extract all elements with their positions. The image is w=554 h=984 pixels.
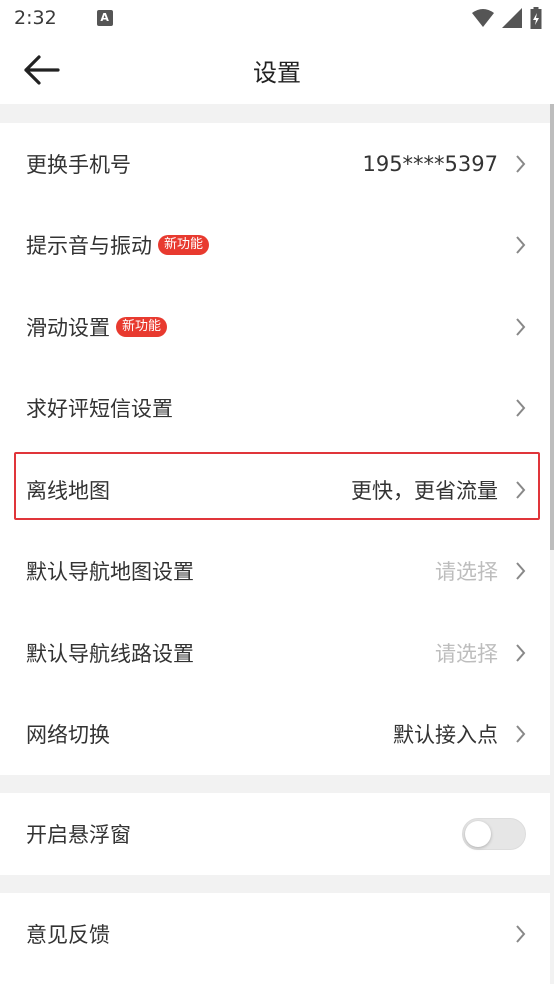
setting-value: 默认接入点 (393, 723, 498, 748)
scrollbar[interactable] (550, 104, 554, 550)
status-bar: 2:32 A (0, 0, 554, 36)
chevron-right-icon (516, 644, 526, 662)
setting-label: 更换手机号 (26, 152, 131, 177)
notification-a-icon: A (96, 10, 113, 26)
chevron-right-icon (516, 481, 526, 499)
setting-value: 请选择 (435, 560, 498, 585)
page-title: 设置 (253, 58, 301, 87)
status-time: 2:32 (14, 7, 57, 29)
chevron-right-icon (516, 562, 526, 580)
setting-label: 离线地图 (26, 478, 110, 503)
back-arrow-icon (24, 55, 60, 85)
setting-label: 开启悬浮窗 (26, 822, 131, 847)
setting-value: 请选择 (435, 641, 498, 666)
chevron-right-icon (516, 318, 526, 336)
setting-value: 195****5397 (362, 151, 498, 176)
setting-offline-map[interactable]: 离线地图 更快，更省流量 (0, 449, 550, 531)
settings-group-feedback: 意见反馈 (0, 893, 550, 984)
setting-network-switch[interactable]: 网络切换 默认接入点 (0, 694, 550, 776)
setting-label: 默认导航线路设置 (26, 641, 194, 666)
setting-label: 默认导航地图设置 (26, 560, 194, 585)
toggle-knob (465, 820, 491, 847)
setting-default-nav-route[interactable]: 默认导航线路设置 请选择 (0, 612, 550, 694)
setting-label: 求好评短信设置 (26, 397, 173, 422)
chevron-right-icon (516, 925, 526, 943)
chevron-right-icon (516, 155, 526, 173)
setting-value: 更快，更省流量 (351, 478, 498, 503)
new-feature-badge: 新功能 (158, 235, 210, 256)
chevron-right-icon (516, 236, 526, 254)
setting-sound-vibration[interactable]: 提示音与振动 新功能 (0, 205, 550, 287)
app-bar: 设置 (0, 36, 554, 104)
setting-floating-window[interactable]: 开启悬浮窗 (0, 793, 550, 875)
chevron-right-icon (516, 725, 526, 743)
settings-group-main: 更换手机号 195****5397 提示音与振动 新功能 滑动设置 新功能 求好… (0, 123, 550, 775)
setting-label: 网络切换 (26, 723, 110, 748)
setting-feedback[interactable]: 意见反馈 (0, 893, 550, 975)
settings-group-float: 开启悬浮窗 (0, 793, 550, 875)
setting-label: 提示音与振动 (26, 234, 152, 259)
chevron-right-icon (516, 399, 526, 417)
new-feature-badge: 新功能 (116, 316, 168, 337)
setting-review-sms[interactable]: 求好评短信设置 (0, 368, 550, 450)
battery-icon (530, 7, 542, 29)
floating-window-toggle[interactable] (462, 817, 526, 850)
wifi-icon (472, 9, 494, 27)
cellular-signal-icon (502, 8, 522, 28)
setting-default-nav-map[interactable]: 默认导航地图设置 请选择 (0, 531, 550, 613)
setting-change-phone[interactable]: 更换手机号 195****5397 (0, 123, 550, 205)
setting-label: 意见反馈 (26, 922, 110, 947)
back-button[interactable] (22, 52, 62, 88)
setting-swipe[interactable]: 滑动设置 新功能 (0, 286, 550, 368)
setting-label: 滑动设置 (26, 315, 110, 340)
